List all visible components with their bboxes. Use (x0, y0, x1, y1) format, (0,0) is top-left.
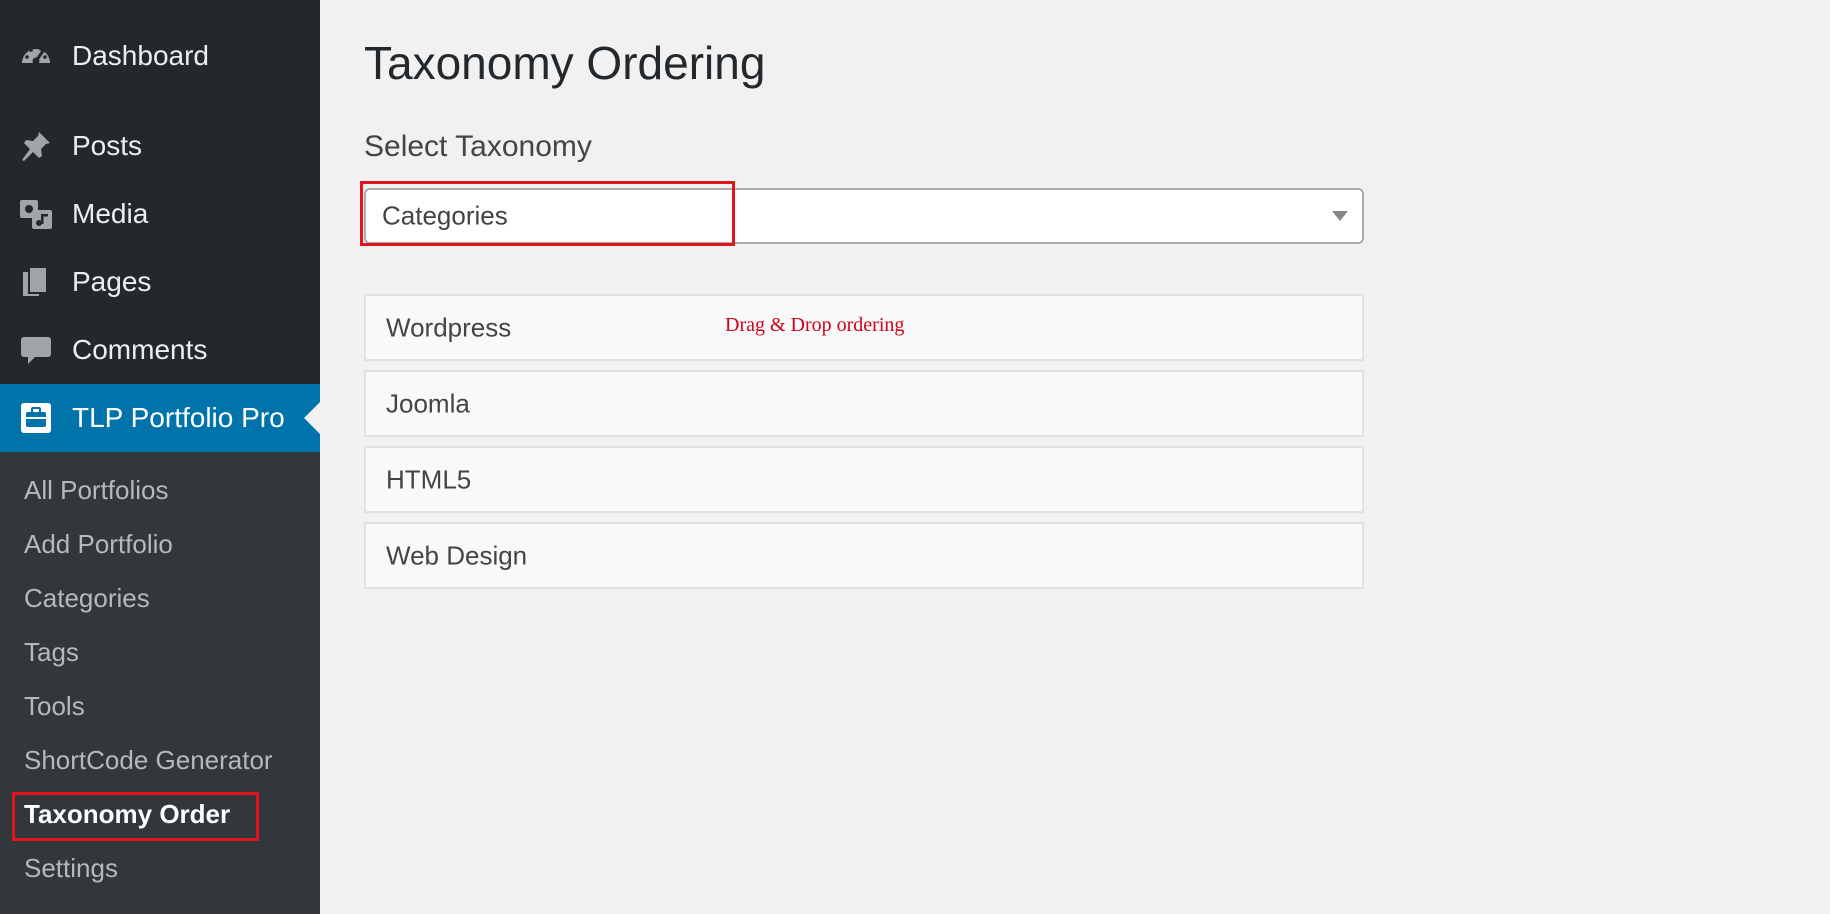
menu-item-dashboard[interactable]: Dashboard (0, 25, 320, 87)
submenu-item-settings[interactable]: Settings (24, 848, 118, 888)
submenu-item-tags[interactable]: Tags (24, 632, 79, 672)
drag-drop-annotation: Drag & Drop ordering (725, 314, 905, 336)
menu-item-comments[interactable]: Comments (0, 319, 320, 381)
comment-icon (18, 332, 54, 368)
pin-icon (18, 128, 54, 164)
menu-item-pages[interactable]: Pages (0, 251, 320, 313)
pages-icon (18, 264, 54, 300)
submenu-item-add-portfolio[interactable]: Add Portfolio (24, 524, 173, 564)
dashboard-icon (18, 38, 54, 74)
menu-label: Media (72, 198, 149, 229)
list-item[interactable]: Joomla (364, 370, 1364, 437)
list-item-label: Wordpress (386, 312, 512, 342)
submenu-item-shortcode-generator[interactable]: ShortCode Generator (24, 740, 273, 780)
portfolio-icon (18, 400, 54, 436)
menu-label: Posts (72, 130, 143, 161)
highlight-box-taxonomy-order (12, 792, 259, 841)
select-taxonomy-label: Select Taxonomy (364, 130, 592, 163)
menu-label: TLP Portfolio Pro (72, 402, 285, 433)
submenu-item-tools[interactable]: Tools (24, 686, 85, 726)
menu-item-media[interactable]: Media (0, 183, 320, 245)
list-item[interactable]: HTML5 (364, 446, 1364, 513)
menu-label: Pages (72, 266, 152, 297)
menu-label: Dashboard (72, 40, 209, 71)
page-title: Taxonomy Ordering (364, 37, 766, 89)
chevron-down-icon (1332, 211, 1348, 221)
menu-item-tlp-portfolio-pro[interactable]: TLP Portfolio Pro (0, 384, 320, 452)
list-item-label: Web Design (386, 540, 528, 570)
highlight-box-select (360, 181, 735, 246)
submenu-item-all-portfolios[interactable]: All Portfolios (24, 470, 169, 510)
admin-sidebar: Dashboard Posts Media Pages Comments TLP… (0, 0, 320, 914)
portfolio-submenu: All Portfolios Add Portfolio Categories … (0, 452, 320, 914)
list-item-label: HTML5 (386, 464, 472, 494)
list-item-label: Joomla (386, 388, 470, 418)
menu-label: Comments (72, 334, 208, 365)
list-item[interactable]: Web Design (364, 522, 1364, 589)
menu-item-posts[interactable]: Posts (0, 115, 320, 177)
submenu-item-categories[interactable]: Categories (24, 578, 150, 618)
main-content: Taxonomy Ordering Select Taxonomy Catego… (320, 0, 1830, 914)
media-icon (18, 196, 54, 232)
